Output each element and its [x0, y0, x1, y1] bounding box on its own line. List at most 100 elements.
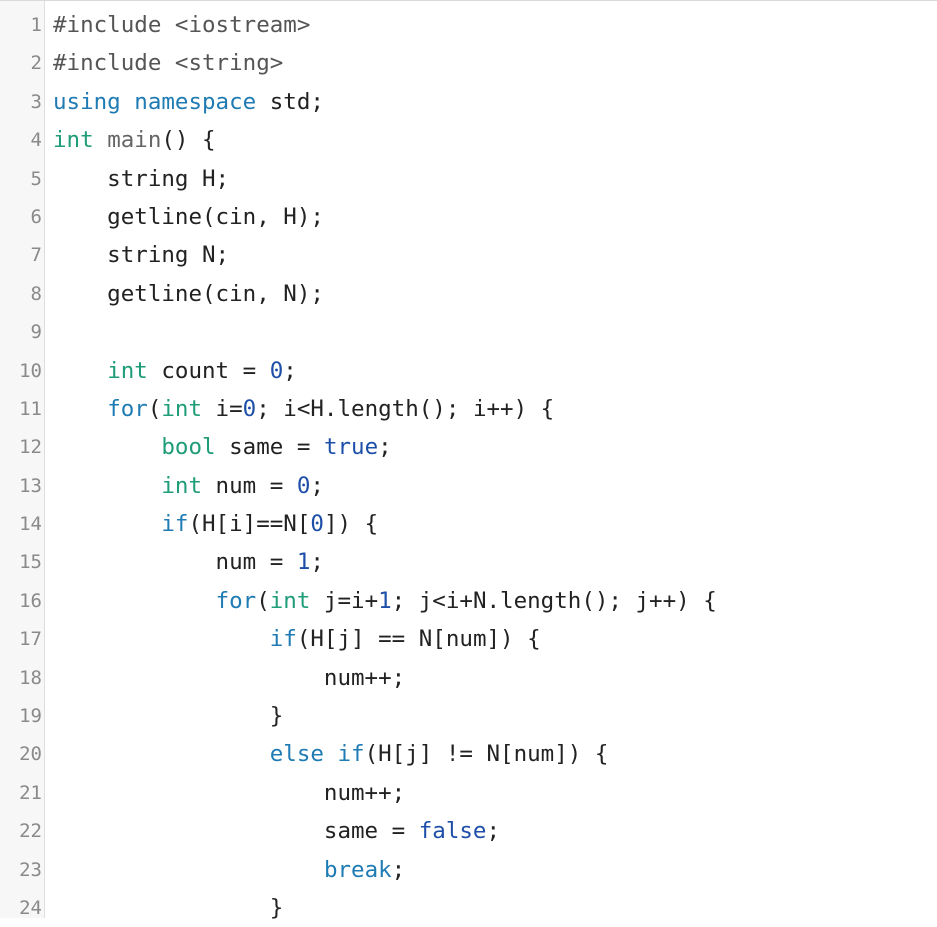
code-line[interactable]: 19 } [0, 697, 937, 735]
code-token: ; [391, 856, 406, 883]
line-number: 10 [19, 359, 42, 382]
line-number: 7 [30, 244, 42, 267]
code-token: string N; [53, 242, 230, 269]
code-token: (H[j] == N[num]) { [296, 626, 541, 653]
line-number: 22 [19, 820, 42, 843]
code-line[interactable]: 2 #include <string> [0, 44, 937, 82]
code-text: break; [53, 851, 405, 889]
code-text: for(int j=i+1; j<i+N.length(); j++) { [53, 582, 717, 620]
code-token: getline(cin, H); [53, 203, 324, 230]
code-token: int [269, 587, 311, 614]
code-token: false [418, 818, 487, 845]
code-token: same = [215, 434, 324, 461]
code-text: string H; [53, 160, 229, 198]
code-token: ]) { [323, 511, 379, 538]
line-number: 2 [30, 52, 42, 75]
code-line[interactable]: 12 bool same = true; [0, 428, 937, 466]
code-token: ; i<H.length(); i++) { [256, 395, 555, 422]
line-number: 21 [19, 781, 42, 804]
code-line[interactable]: 8 getline(cin, N); [0, 275, 937, 313]
line-number: 8 [30, 282, 42, 305]
line-number: 23 [19, 858, 42, 881]
code-token: ; [378, 434, 392, 461]
line-number: 20 [19, 743, 42, 766]
line-number: 12 [19, 436, 42, 459]
line-number: 5 [30, 167, 42, 190]
code-text: #include <string> [53, 44, 283, 82]
code-token: int [161, 472, 203, 499]
code-text: int num = 0; [53, 467, 324, 505]
code-text: bool same = true; [53, 428, 392, 466]
code-line[interactable]: 7 string N; [0, 236, 937, 274]
code-token: for [215, 587, 257, 614]
code-line[interactable]: 6 getline(cin, H); [0, 198, 937, 236]
code-token: 0 [242, 395, 257, 422]
code-editor[interactable]: 1 #include <iostream> 2 #include <string> 3 u… [0, 0, 937, 921]
code-line[interactable]: 15 num = 1; [0, 543, 937, 581]
code-line[interactable]: 20 else if(H[j] != N[num]) { [0, 735, 937, 773]
line-number: 11 [19, 397, 42, 420]
code-line[interactable]: 3 using namespace std; [0, 83, 937, 121]
line-number: 6 [30, 205, 42, 228]
line-number: 13 [19, 474, 42, 497]
code-line[interactable]: 14 if(H[i]==N[0]) { [0, 505, 937, 543]
code-line[interactable]: 17 if(H[j] == N[num]) { [0, 620, 937, 658]
code-token: for [107, 395, 148, 422]
code-token: ; [310, 472, 324, 499]
code-line[interactable]: 11 for(int i=0; i<H.length(); i++) { [0, 390, 937, 428]
code-token: int [107, 357, 148, 384]
code-text: num++; [53, 774, 405, 812]
line-number: 1 [30, 14, 42, 36]
code-token: } [53, 894, 284, 921]
line-number: 9 [30, 321, 42, 344]
code-line[interactable]: 18 num++; [0, 659, 937, 697]
code-line[interactable]: 4 int main() { [0, 121, 937, 159]
code-token: 0 [296, 472, 311, 499]
code-line[interactable]: 24 } [0, 889, 937, 927]
code-token: ; [310, 549, 324, 576]
code-token: if [337, 741, 365, 768]
code-text: } [53, 697, 284, 735]
code-text: if(H[j] == N[num]) { [53, 620, 541, 658]
code-line[interactable]: 22 same = false; [0, 812, 937, 850]
code-line[interactable]: 9 [0, 313, 937, 351]
code-line[interactable]: 1 #include <iostream> [0, 6, 937, 44]
code-token: 0 [269, 357, 284, 384]
code-line[interactable]: 5 string H; [0, 160, 937, 198]
code-token: string H; [53, 165, 230, 192]
code-text: same = false; [53, 812, 500, 850]
code-text: int count = 0; [53, 352, 297, 390]
code-line[interactable]: 10 int count = 0; [0, 352, 937, 390]
code-token: int [161, 395, 203, 422]
code-text: int main() { [53, 121, 216, 159]
code-text: using namespace std; [53, 83, 324, 121]
code-token: getline(cin, N); [53, 280, 324, 307]
code-token: if [161, 511, 189, 538]
code-line[interactable]: 13 int num = 0; [0, 467, 937, 505]
code-text: for(int i=0; i<H.length(); i++) { [53, 390, 554, 428]
code-token: namespace [134, 88, 257, 115]
code-line[interactable]: 23 break; [0, 851, 937, 889]
code-token: ; [283, 357, 297, 384]
line-number: 18 [19, 666, 42, 689]
code-token: #include <iostream> [53, 12, 311, 38]
code-line[interactable]: 21 num++; [0, 774, 937, 812]
code-line[interactable]: 16 for(int j=i+1; j<i+N.length(); j++) { [0, 582, 937, 620]
line-number: 15 [19, 551, 42, 574]
code-token: bool [161, 434, 216, 461]
code-token: } [53, 703, 284, 730]
code-text: if(H[i]==N[0]) { [53, 505, 378, 543]
code-lines: 1 #include <iostream> 2 #include <string> 3 u… [0, 6, 937, 927]
code-token: 0 [310, 511, 324, 538]
code-token: using [53, 88, 121, 115]
code-token: ( [147, 395, 162, 422]
line-number: 3 [30, 90, 42, 113]
code-text: } [53, 889, 284, 927]
